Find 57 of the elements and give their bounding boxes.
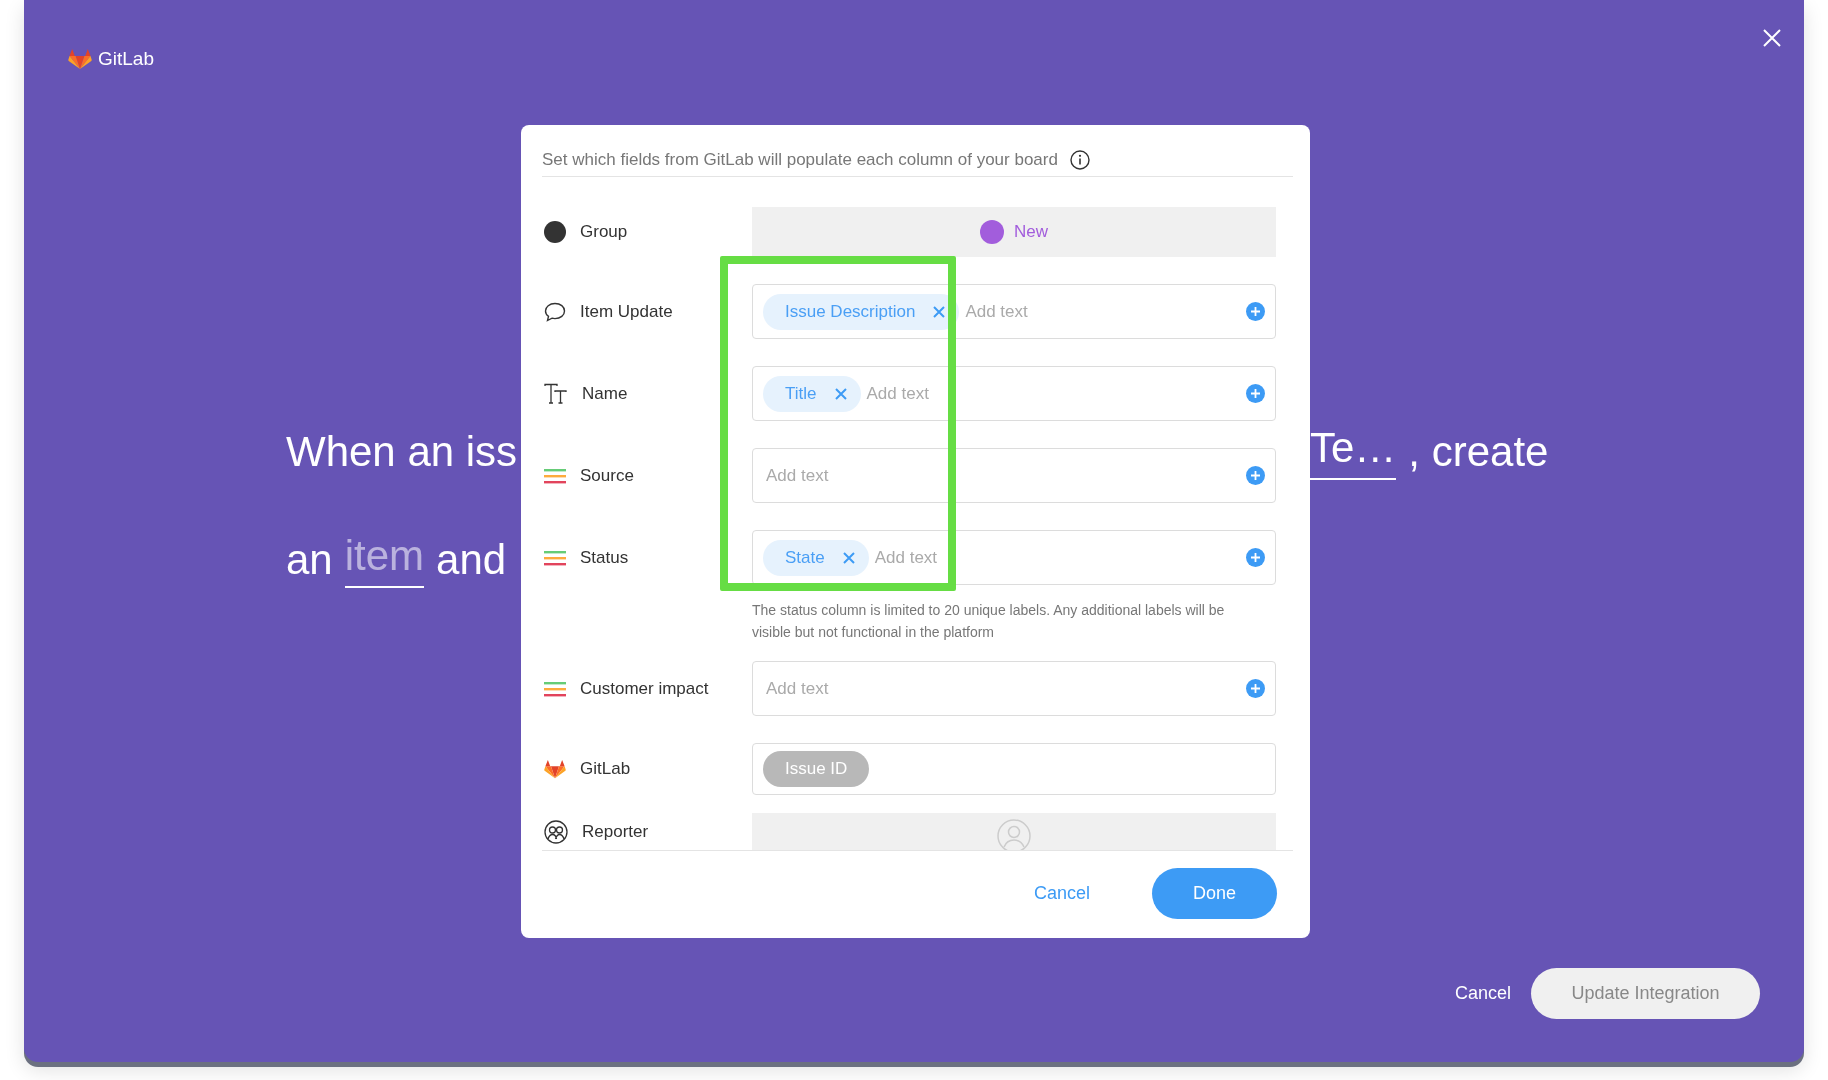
field-tag: Issue ID <box>763 751 870 787</box>
add-icon[interactable] <box>1246 466 1265 485</box>
app-logo-text: GitLab <box>98 48 154 71</box>
add-text-placeholder: Add text <box>874 547 939 568</box>
speech-bubble-icon <box>544 301 566 322</box>
remove-icon[interactable] <box>933 305 946 318</box>
sentence-text: and <box>436 536 507 584</box>
group-field[interactable]: New <box>752 207 1276 257</box>
add-text-placeholder: Add text <box>765 465 830 486</box>
status-limit-note: The status column is limited to 20 unique labels. Any additional labels will be visible but not functional in the platform <box>752 601 1226 642</box>
text-type-icon <box>544 382 568 405</box>
column-label: Item Update <box>580 301 673 322</box>
item-link[interactable]: item <box>344 532 425 588</box>
dot-icon <box>544 221 566 243</box>
info-icon[interactable] <box>1069 150 1090 170</box>
remove-icon[interactable] <box>834 387 847 400</box>
field-tag: State <box>763 539 869 576</box>
column-label: Name <box>582 383 628 404</box>
group-name: New <box>1014 222 1048 242</box>
add-icon[interactable] <box>1246 302 1265 321</box>
column-label: Reporter <box>582 822 649 842</box>
avatar-icon <box>997 819 1031 850</box>
add-icon[interactable] <box>1246 679 1265 698</box>
mapping-field[interactable]: Issue Description Add text <box>752 284 1276 339</box>
field-tag: Title <box>763 375 861 412</box>
column-label: Group <box>580 222 628 242</box>
remove-icon[interactable] <box>842 551 855 564</box>
add-icon[interactable] <box>1246 548 1265 567</box>
add-text-placeholder: Add text <box>866 383 930 404</box>
status-lines-icon <box>544 467 566 484</box>
sentence-text: , create <box>1408 428 1549 476</box>
column-label: GitLab <box>580 759 631 779</box>
mapping-field[interactable]: Add text <box>752 448 1276 503</box>
dialog-instructions: Set which fields from GitLab will populate each column of your board <box>542 150 1058 170</box>
mapping-field[interactable]: Title Add text <box>752 366 1276 421</box>
gitlab-logo-icon <box>68 48 92 71</box>
column-label: Status <box>580 547 629 568</box>
cancel-button[interactable]: Cancel <box>1033 882 1090 904</box>
field-tag: Issue Description <box>763 293 960 330</box>
done-button[interactable]: Done <box>1152 867 1277 919</box>
add-text-placeholder: Add text <box>965 301 1029 322</box>
column-label: Source <box>580 465 634 486</box>
gitlab-logo-icon <box>544 758 566 780</box>
status-lines-icon <box>544 549 566 566</box>
update-integration-button[interactable]: Update Integration <box>1531 968 1760 1019</box>
close-icon[interactable] <box>1762 28 1782 48</box>
status-lines-icon <box>544 680 566 697</box>
add-text-placeholder: Add text <box>765 678 830 699</box>
cancel-button[interactable]: Cancel <box>1454 983 1511 1004</box>
sentence-text: an <box>286 536 333 584</box>
sentence-text: When an iss <box>286 428 518 476</box>
column-label: Customer impact <box>580 678 709 699</box>
add-icon[interactable] <box>1246 384 1265 403</box>
mapping-field[interactable]: State Add text <box>752 530 1276 585</box>
people-icon <box>544 820 568 844</box>
mapping-field[interactable]: Add text <box>752 661 1276 716</box>
field-link[interactable]: Te… <box>1310 424 1397 480</box>
